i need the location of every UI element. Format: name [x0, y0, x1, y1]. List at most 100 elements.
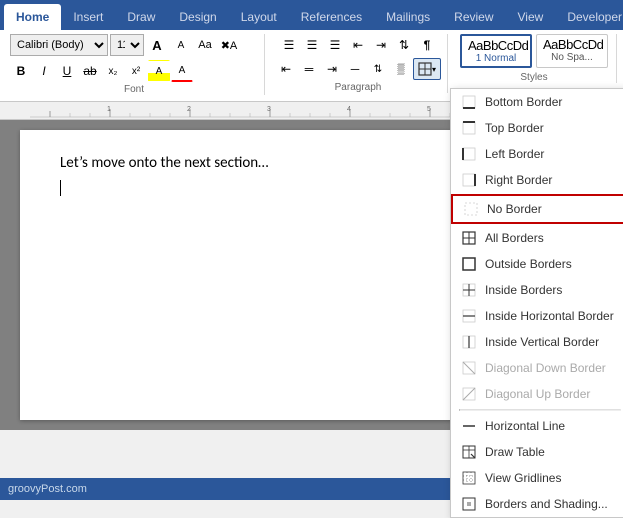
menu-item-left-border[interactable]: Left Border — [451, 141, 623, 167]
draw-table-label: Draw Table — [485, 445, 545, 459]
left-border-icon — [461, 146, 477, 162]
font-format-buttons: B I U ab x₂ x² A A — [10, 60, 193, 82]
tab-developer[interactable]: Developer — [555, 4, 623, 30]
line-spacing-button[interactable]: ⇅ — [367, 58, 389, 80]
diagonal-down-icon — [461, 360, 477, 376]
style-nospace-item[interactable]: AaBbCcDd No Spa... — [536, 34, 608, 68]
font-size-select[interactable]: 11 — [110, 34, 144, 56]
style-nospace-label: No Spa... — [543, 52, 601, 63]
styles-group: AaBbCcDd 1 Normal AaBbCcDd No Spa... Sty… — [452, 34, 617, 83]
menu-divider — [459, 409, 621, 411]
menu-item-no-border[interactable]: No Border — [451, 194, 623, 224]
no-border-label: No Border — [487, 202, 542, 216]
tab-view[interactable]: View — [506, 4, 556, 30]
ribbon-tabs: Home Insert Draw Design Layout Reference… — [0, 0, 623, 30]
text-color-button[interactable]: A — [171, 60, 193, 82]
underline-button[interactable]: U — [56, 60, 78, 82]
top-border-icon — [461, 120, 477, 136]
menu-item-inside-borders[interactable]: Inside Borders — [451, 277, 623, 303]
view-gridlines-label: View Gridlines — [485, 471, 561, 485]
style-normal-preview: AaBbCcDd — [468, 38, 524, 53]
menu-item-bottom-border[interactable]: Bottom Border — [451, 89, 623, 115]
horizontal-line-label: Horizontal Line — [485, 419, 565, 433]
shading-button[interactable]: ▒ — [390, 58, 412, 80]
ribbon: Home Insert Draw Design Layout Reference… — [0, 0, 623, 30]
tab-mailings[interactable]: Mailings — [374, 4, 442, 30]
menu-item-all-borders[interactable]: All Borders — [451, 225, 623, 251]
change-case-button[interactable]: Aa — [194, 34, 216, 56]
justify-button[interactable]: ─ — [344, 58, 366, 80]
borders-dropdown-menu: Bottom Border Top Border Left Border Rig… — [450, 88, 623, 518]
all-borders-label: All Borders — [485, 231, 544, 245]
style-normal-label: 1 Normal — [468, 53, 524, 64]
menu-item-diagonal-down: Diagonal Down Border — [451, 355, 623, 381]
italic-button[interactable]: I — [33, 60, 55, 82]
font-group-label: Font — [124, 84, 144, 95]
bold-button[interactable]: B — [10, 60, 32, 82]
brand-label: groovyPost.com — [8, 483, 87, 495]
svg-text:5: 5 — [427, 106, 431, 113]
text-highlight-button[interactable]: A — [148, 60, 170, 82]
paragraph-group-label: Paragraph — [335, 82, 382, 93]
styles-group-label: Styles — [520, 72, 547, 83]
align-right-button[interactable]: ⇥ — [321, 58, 343, 80]
paragraph-buttons-row1: ☰ ☰ ☰ ⇤ ⇥ ⇅ ¶ — [278, 34, 438, 56]
sort-button[interactable]: ⇅ — [393, 34, 415, 56]
inside-borders-label: Inside Borders — [485, 283, 562, 297]
inside-borders-icon — [461, 282, 477, 298]
diagonal-up-icon — [461, 386, 477, 402]
shrink-font-button[interactable]: A — [170, 34, 192, 56]
font-group: Calibri (Body) 11 A A Aa ✖A B I U ab x₂ … — [6, 34, 265, 95]
inside-horizontal-label: Inside Horizontal Border — [485, 309, 614, 323]
style-normal-item[interactable]: AaBbCcDd 1 Normal — [460, 34, 532, 68]
bullets-button[interactable]: ☰ — [278, 34, 300, 56]
menu-item-right-border[interactable]: Right Border — [451, 167, 623, 193]
outside-borders-icon — [461, 256, 477, 272]
decrease-indent-button[interactable]: ⇤ — [347, 34, 369, 56]
horizontal-line-icon — [461, 418, 477, 434]
clear-format-button[interactable]: ✖A — [218, 34, 240, 56]
align-left-button[interactable]: ⇤ — [275, 58, 297, 80]
increase-indent-button[interactable]: ⇥ — [370, 34, 392, 56]
subscript-button[interactable]: x₂ — [102, 60, 124, 82]
tab-insert[interactable]: Insert — [61, 4, 115, 30]
inside-vertical-label: Inside Vertical Border — [485, 335, 599, 349]
menu-item-top-border[interactable]: Top Border — [451, 115, 623, 141]
menu-item-outside-borders[interactable]: Outside Borders — [451, 251, 623, 277]
draw-table-icon — [461, 444, 477, 460]
styles-items: AaBbCcDd 1 Normal AaBbCcDd No Spa... — [460, 34, 608, 68]
numbering-button[interactable]: ☰ — [301, 34, 323, 56]
superscript-button[interactable]: x² — [125, 60, 147, 82]
tab-layout[interactable]: Layout — [229, 4, 289, 30]
multilevel-button[interactable]: ☰ — [324, 34, 346, 56]
menu-item-view-gridlines[interactable]: View Gridlines — [451, 465, 623, 491]
svg-text:4: 4 — [347, 106, 351, 113]
bottom-border-label: Bottom Border — [485, 95, 562, 109]
diagonal-up-label: Diagonal Up Border — [485, 387, 590, 401]
tab-review[interactable]: Review — [442, 4, 505, 30]
inside-horizontal-icon — [461, 308, 477, 324]
strikethrough-button[interactable]: ab — [79, 60, 101, 82]
align-center-button[interactable]: ═ — [298, 58, 320, 80]
borders-dropdown-button[interactable]: ▾ — [413, 58, 441, 80]
menu-item-inside-horizontal[interactable]: Inside Horizontal Border — [451, 303, 623, 329]
menu-item-borders-shading[interactable]: Borders and Shading... — [451, 491, 623, 517]
tab-draw[interactable]: Draw — [115, 4, 167, 30]
font-name-row: Calibri (Body) 11 A A Aa ✖A — [10, 34, 240, 56]
show-formatting-button[interactable]: ¶ — [416, 34, 438, 56]
tab-home[interactable]: Home — [4, 4, 61, 30]
font-name-select[interactable]: Calibri (Body) — [10, 34, 108, 56]
svg-text:3: 3 — [267, 106, 271, 113]
outside-borders-label: Outside Borders — [485, 257, 572, 271]
paragraph-group: ☰ ☰ ☰ ⇤ ⇥ ⇅ ¶ ⇤ ═ ⇥ ─ ⇅ ▒ ▾ Paragrap — [269, 34, 448, 93]
tab-references[interactable]: References — [289, 4, 374, 30]
grow-font-button[interactable]: A — [146, 34, 168, 56]
no-border-icon — [463, 201, 479, 217]
right-border-icon — [461, 172, 477, 188]
text-cursor — [60, 180, 61, 196]
tab-design[interactable]: Design — [167, 4, 228, 30]
menu-item-diagonal-up: Diagonal Up Border — [451, 381, 623, 407]
menu-item-draw-table[interactable]: Draw Table — [451, 439, 623, 465]
menu-item-horizontal-line[interactable]: Horizontal Line — [451, 413, 623, 439]
menu-item-inside-vertical[interactable]: Inside Vertical Border — [451, 329, 623, 355]
